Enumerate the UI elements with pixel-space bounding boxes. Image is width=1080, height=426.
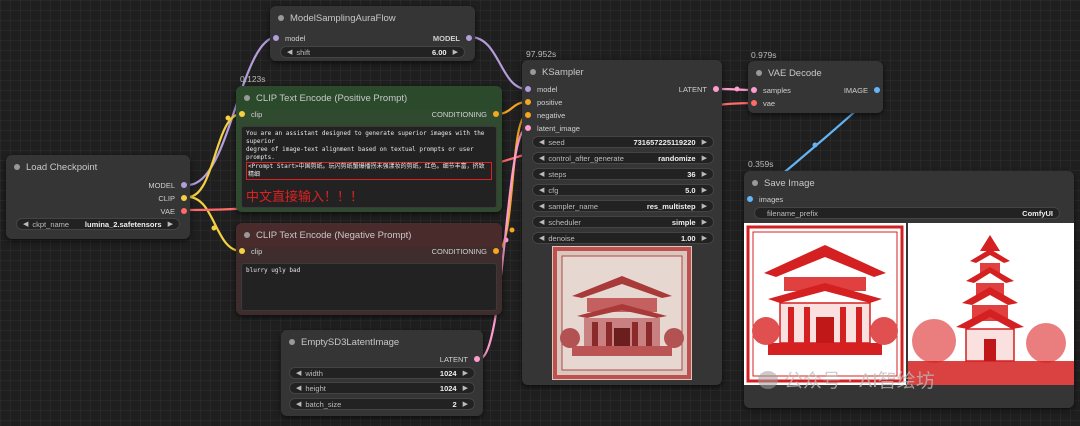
decrement-arrow-icon[interactable]: ◀: [539, 186, 544, 194]
scheduler-widget[interactable]: ◀ scheduler simple ▶: [532, 216, 714, 228]
clip-negative-node[interactable]: CLIP Text Encode (Negative Prompt) clip …: [236, 223, 502, 315]
ksampler-timing: 97.952s: [526, 49, 557, 59]
control-after-generate-widget[interactable]: ◀ control_after_generate randomize ▶: [532, 152, 714, 164]
node-title[interactable]: KSampler: [522, 60, 722, 84]
clip-input-slot[interactable]: clip: [239, 245, 262, 257]
decrement-arrow-icon[interactable]: ◀: [539, 202, 544, 210]
latent-output-slot[interactable]: LATENT: [440, 353, 480, 365]
batch-size-widget[interactable]: ◀ batch_size 2 ▶: [289, 398, 475, 410]
images-input-slot[interactable]: images: [747, 193, 783, 205]
filename-prefix-widget[interactable]: filename_prefix ComfyUI: [754, 207, 1060, 219]
denoise-widget[interactable]: ◀ denoise 1.00 ▶: [532, 232, 714, 244]
clip-positive-node[interactable]: CLIP Text Encode (Positive Prompt) clip …: [236, 86, 502, 212]
decrement-arrow-icon[interactable]: ◀: [296, 400, 301, 408]
samples-input-slot[interactable]: samples: [751, 84, 791, 96]
node-title[interactable]: Load Checkpoint: [6, 155, 190, 179]
collapse-dot-icon[interactable]: [244, 232, 250, 238]
cfg-widget[interactable]: ◀ cfg 5.0 ▶: [532, 184, 714, 196]
node-title[interactable]: ModelSamplingAuraFlow: [270, 6, 475, 30]
annotation-text: 中文直接输入！！！: [246, 190, 364, 205]
increment-arrow-icon[interactable]: ▶: [168, 220, 173, 228]
conditioning-output-slot[interactable]: CONDITIONING: [432, 245, 499, 257]
collapse-dot-icon[interactable]: [14, 164, 20, 170]
latent-output-slot[interactable]: LATENT: [679, 83, 719, 95]
model-input-slot[interactable]: model: [273, 32, 305, 44]
link-clip-positive: [187, 112, 242, 199]
increment-arrow-icon[interactable]: ▶: [702, 202, 707, 210]
watermark: 公众号 · AI智绘坊: [758, 366, 935, 393]
vae-output-slot[interactable]: VAE: [161, 205, 187, 217]
highlighted-prompt: <Prompt Start>中国剪纸。玩闪剪纸蟹爆播拐未强漾妆的剪纸，红色。细节…: [246, 162, 492, 180]
vae-input-slot[interactable]: vae: [751, 97, 775, 109]
clip-input-slot[interactable]: clip: [239, 108, 262, 120]
clip-pos-timing: 0.123s: [240, 74, 266, 84]
increment-arrow-icon[interactable]: ▶: [463, 384, 468, 392]
increment-arrow-icon[interactable]: ▶: [702, 234, 707, 242]
load-checkpoint-node[interactable]: Load Checkpoint MODEL CLIP VAE ◀ ckpt_na…: [6, 155, 190, 239]
collapse-dot-icon[interactable]: [244, 95, 250, 101]
save-image-timing: 0.359s: [748, 159, 774, 169]
collapse-dot-icon[interactable]: [278, 15, 284, 21]
sampler-name-widget[interactable]: ◀ sampler_name res_multistep ▶: [532, 200, 714, 212]
positive-input-slot[interactable]: positive: [525, 96, 562, 108]
ksampler-node[interactable]: KSampler model LATENT positive negative …: [522, 60, 722, 385]
increment-arrow-icon[interactable]: ▶: [463, 369, 468, 377]
image-output-slot[interactable]: IMAGE: [844, 84, 880, 96]
vae-decode-node[interactable]: VAE Decode samples IMAGE vae: [748, 61, 883, 113]
conditioning-output-slot[interactable]: CONDITIONING: [432, 108, 499, 120]
latent-input-slot[interactable]: latent_image: [525, 122, 580, 134]
decrement-arrow-icon[interactable]: ◀: [296, 384, 301, 392]
height-widget[interactable]: ◀ height 1024 ▶: [289, 382, 475, 394]
increment-arrow-icon[interactable]: ▶: [702, 170, 707, 178]
node-title-text: ModelSamplingAuraFlow: [290, 12, 396, 24]
seed-widget[interactable]: ◀ seed 731657225119220 ▶: [532, 136, 714, 148]
wechat-icon: [758, 370, 778, 389]
decrement-arrow-icon[interactable]: ◀: [539, 154, 544, 162]
decrement-arrow-icon[interactable]: ◀: [539, 170, 544, 178]
decrement-arrow-icon[interactable]: ◀: [539, 218, 544, 226]
decrement-arrow-icon[interactable]: ◀: [23, 220, 28, 228]
positive-prompt-textarea[interactable]: You are an assistant designed to generat…: [241, 126, 497, 208]
node-title[interactable]: EmptySD3LatentImage: [281, 330, 483, 354]
decrement-arrow-icon[interactable]: ◀: [539, 234, 544, 242]
increment-arrow-icon[interactable]: ▶: [702, 186, 707, 194]
increment-arrow-icon[interactable]: ▶: [453, 48, 458, 56]
empty-latent-node[interactable]: EmptySD3LatentImage LATENT ◀ width 1024 …: [281, 330, 483, 416]
decrement-arrow-icon[interactable]: ◀: [296, 369, 301, 377]
shift-widget[interactable]: ◀ shift 6.00 ▶: [280, 46, 465, 58]
model-input-slot[interactable]: model: [525, 83, 557, 95]
ckpt-name-widget[interactable]: ◀ ckpt_name lumina_2.safetensors ▶: [16, 218, 180, 230]
increment-arrow-icon[interactable]: ▶: [702, 154, 707, 162]
node-title[interactable]: CLIP Text Encode (Positive Prompt): [236, 86, 502, 110]
decrement-arrow-icon[interactable]: ◀: [539, 138, 544, 146]
collapse-dot-icon[interactable]: [530, 69, 536, 75]
model-output-slot[interactable]: MODEL: [433, 32, 472, 44]
node-title[interactable]: Save Image: [744, 171, 1074, 195]
clip-output-slot[interactable]: CLIP: [158, 192, 187, 204]
increment-arrow-icon[interactable]: ▶: [702, 218, 707, 226]
link-clip-negative: [187, 195, 242, 253]
width-widget[interactable]: ◀ width 1024 ▶: [289, 367, 475, 379]
negative-input-slot[interactable]: negative: [525, 109, 565, 121]
vae-decode-timing: 0.979s: [751, 50, 777, 60]
increment-arrow-icon[interactable]: ▶: [463, 400, 468, 408]
steps-widget[interactable]: ◀ steps 36 ▶: [532, 168, 714, 180]
collapse-dot-icon[interactable]: [289, 339, 295, 345]
node-title[interactable]: VAE Decode: [748, 61, 883, 85]
model-output-slot[interactable]: MODEL: [148, 179, 187, 191]
collapse-dot-icon[interactable]: [756, 70, 762, 76]
collapse-dot-icon[interactable]: [752, 180, 758, 186]
model-sampling-node[interactable]: ModelSamplingAuraFlow model MODEL ◀ shif…: [270, 6, 475, 61]
increment-arrow-icon[interactable]: ▶: [702, 138, 707, 146]
node-title[interactable]: CLIP Text Encode (Negative Prompt): [236, 223, 502, 247]
link-model-ksampler: [469, 35, 528, 91]
ksampler-preview-image: [552, 246, 692, 380]
negative-prompt-textarea[interactable]: blurry ugly bad: [241, 263, 497, 311]
saved-image-output: [744, 223, 1074, 385]
decrement-arrow-icon[interactable]: ◀: [287, 48, 292, 56]
